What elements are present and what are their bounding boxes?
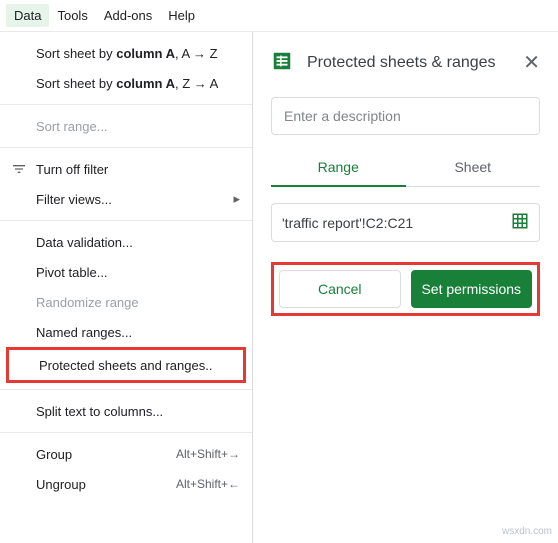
split-text[interactable]: Split text to columns... bbox=[0, 396, 252, 426]
divider bbox=[0, 104, 252, 105]
filter-icon bbox=[10, 160, 28, 178]
set-permissions-button[interactable]: Set permissions bbox=[411, 270, 533, 308]
protected-sheets-ranges[interactable]: Protected sheets and ranges.. bbox=[9, 350, 243, 380]
close-icon[interactable]: ✕ bbox=[523, 53, 540, 73]
watermark: wsxdn.com bbox=[502, 526, 552, 537]
tab-sheet[interactable]: Sheet bbox=[406, 151, 541, 187]
sort-az-label: Sort sheet by column A, A → Z bbox=[36, 46, 218, 61]
sort-sheet-za[interactable]: Sort sheet by column A, Z → A bbox=[0, 68, 252, 98]
chevron-right-icon: ▸ bbox=[233, 191, 240, 207]
group[interactable]: Group Alt+Shift+→ bbox=[0, 439, 252, 469]
panel-title: Protected sheets & ranges bbox=[307, 54, 496, 72]
divider bbox=[0, 389, 252, 390]
menu-help[interactable]: Help bbox=[160, 4, 203, 27]
turn-off-filter-label: Turn off filter bbox=[36, 162, 108, 177]
highlight-box: Protected sheets and ranges.. bbox=[6, 347, 246, 383]
description-input[interactable] bbox=[271, 97, 540, 135]
ungroup[interactable]: Ungroup Alt+Shift+← bbox=[0, 469, 252, 499]
menu-tools[interactable]: Tools bbox=[49, 4, 95, 27]
divider bbox=[0, 432, 252, 433]
filter-views-label: Filter views... bbox=[36, 192, 112, 207]
sort-sheet-az[interactable]: Sort sheet by column A, A → Z bbox=[0, 38, 252, 68]
range-input-box[interactable]: 'traffic report'!C2:C21 bbox=[271, 203, 540, 242]
named-ranges[interactable]: Named ranges... bbox=[0, 317, 252, 347]
divider bbox=[0, 147, 252, 148]
sheets-icon bbox=[271, 50, 293, 75]
main-container: Sort sheet by column A, A → Z Sort sheet… bbox=[0, 32, 558, 543]
data-validation[interactable]: Data validation... bbox=[0, 227, 252, 257]
menu-data[interactable]: Data bbox=[6, 4, 49, 27]
range-value: 'traffic report'!C2:C21 bbox=[282, 215, 413, 231]
divider bbox=[0, 220, 252, 221]
sort-range: Sort range... bbox=[0, 111, 252, 141]
tabs: Range Sheet bbox=[271, 151, 540, 187]
grid-select-icon[interactable] bbox=[511, 212, 529, 233]
menubar: Data Tools Add-ons Help bbox=[0, 0, 558, 32]
pivot-table[interactable]: Pivot table... bbox=[0, 257, 252, 287]
filter-views[interactable]: Filter views... ▸ bbox=[0, 184, 252, 214]
ungroup-shortcut: Alt+Shift+← bbox=[176, 477, 240, 491]
actions-highlight: Cancel Set permissions bbox=[271, 262, 540, 316]
sort-za-label: Sort sheet by column A, Z → A bbox=[36, 76, 218, 91]
turn-off-filter[interactable]: Turn off filter bbox=[0, 154, 252, 184]
ungroup-label: Ungroup bbox=[36, 477, 86, 492]
group-label: Group bbox=[36, 447, 72, 462]
group-shortcut: Alt+Shift+→ bbox=[176, 447, 240, 461]
panel-header: Protected sheets & ranges ✕ bbox=[271, 50, 540, 75]
data-dropdown: Sort sheet by column A, A → Z Sort sheet… bbox=[0, 32, 252, 543]
menu-addons[interactable]: Add-ons bbox=[96, 4, 160, 27]
randomize-range: Randomize range bbox=[0, 287, 252, 317]
tab-range[interactable]: Range bbox=[271, 151, 406, 187]
cancel-button[interactable]: Cancel bbox=[279, 270, 401, 308]
protected-panel: Protected sheets & ranges ✕ Range Sheet … bbox=[252, 32, 558, 543]
